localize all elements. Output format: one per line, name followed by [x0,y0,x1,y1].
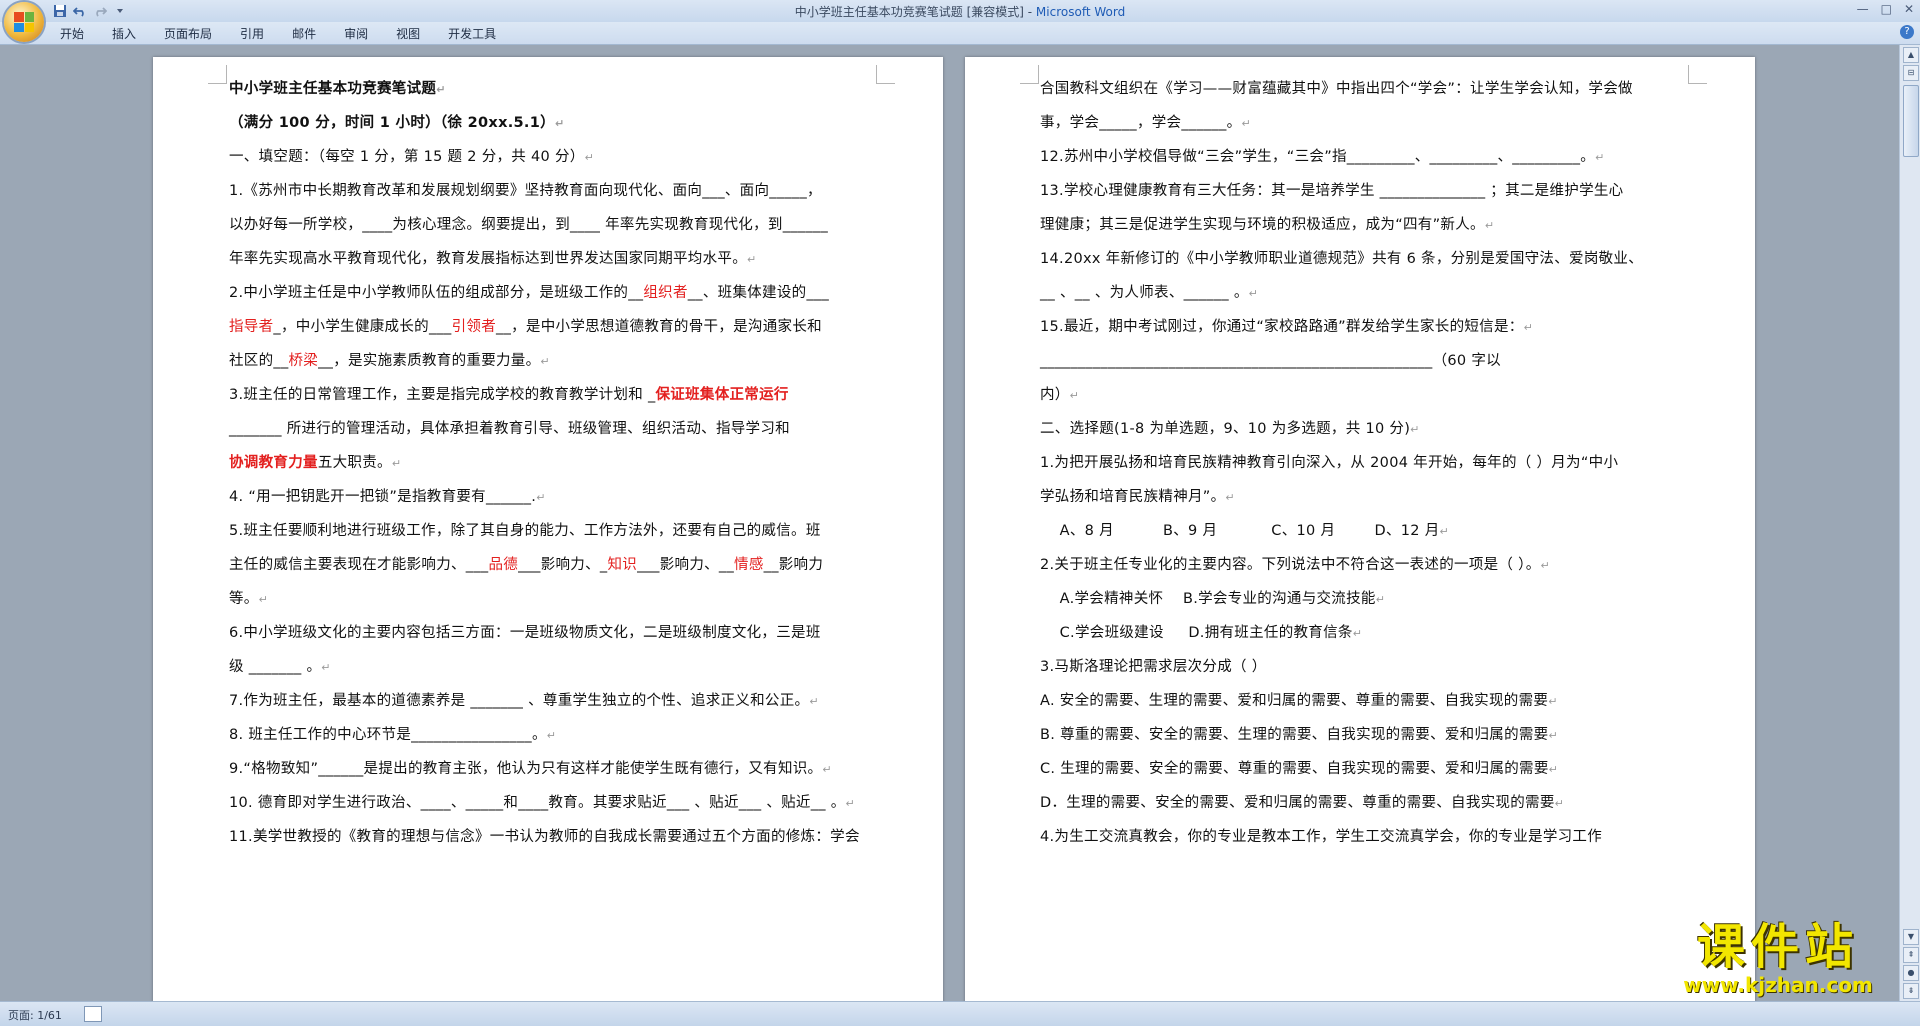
text-line: 4. “用一把钥匙开一把锁”是指教育要有______.↵ [229,489,546,505]
watermark-url: www.kjzhan.com [1683,973,1873,997]
tab-developer[interactable]: 开发工具 [448,25,496,42]
text-line: __ 、__ 、为人师表、______ 。↵ [1040,285,1259,301]
text-line: 6.中小学班级文化的主要内容包括三方面：一是班级物质文化，二是班级制度文化，三是… [229,625,821,641]
text-line: 12.苏州中小学校倡导做“三会”学生，“三会”指_________、______… [1040,149,1605,165]
text-line: _______ 所进行的管理活动，具体承担着教育引导、班级管理、组织活动、指导学… [229,421,790,437]
text-line: 4.为生工交流真教会，你的专业是教本工作，学生工交流真学会，你的专业是学习工作 [1040,829,1603,845]
help-icon[interactable]: ? [1900,25,1914,39]
title-bar: 中小学班主任基本功竞赛笔试题 [兼容模式] - Microsoft Word —… [0,0,1920,42]
section-heading: 二、选择题(1-8 为单选题，9、10 为多选题，共 10 分)↵ [1040,421,1420,437]
text-line: 年率先实现高水平教育现代化，教育发展指标达到世界发达国家同期平均水平。↵ [229,251,757,267]
text-line: 理健康；其三是促进学生实现与环境的积极适应，成为“四有”新人。↵ [1040,217,1495,233]
previous-page-icon[interactable]: ⇞ [1903,947,1919,963]
tab-insert[interactable]: 插入 [112,25,136,42]
text-line: 3.马斯洛理论把需求层次分成（ ） [1040,659,1267,675]
text-line: 14.20xx 年新修订的《中小学教师职业道德规范》共有 6 条，分别是爱国守法… [1040,251,1644,267]
text-line: C.学会班级建设 D.拥有班主任的教育信条↵ [1040,625,1363,641]
margin-corner-mark [208,65,227,84]
scroll-thumb[interactable] [1903,85,1919,157]
text-line: 学弘扬和培育民族精神月”。↵ [1040,489,1235,505]
office-button[interactable] [4,2,44,42]
document-title-text: 中小学班主任基本功竞赛笔试题↵ [229,81,446,97]
text-line: 3.班主任的日常管理工作，主要是指完成学校的教育教学计划和 _保证班集体正常运行 [229,387,789,403]
site-watermark: 课件站 www.kjzhan.com [1658,918,1898,1000]
text-line: 2.关于班主任专业化的主要内容。下列说法中不符合这一表述的一项是（ ）。↵ [1040,557,1551,573]
tab-page-layout[interactable]: 页面布局 [164,25,212,42]
text-line: 15.最近，期中考试刚过，你通过“家校路路通”群发给学生家长的短信是：↵ [1040,319,1534,335]
window-controls: — □ ✕ [1857,2,1914,16]
tab-home[interactable]: 开始 [60,25,84,42]
text-line: A. 安全的需要、生理的需要、爱和归属的需要、尊重的需要、自我实现的需要↵ [1040,693,1558,709]
status-bar: 页面: 1/61 [0,1001,1920,1026]
section-heading: 一、填空题：（每空 1 分，第 15 题 2 分，共 40 分）↵ [229,149,595,165]
text-line: 1.为把开展弘扬和培育民族精神教育引向深入，从 2004 年开始，每年的（ ）月… [1040,455,1619,471]
vertical-scrollbar[interactable]: ▲ ⊟ ▼ ⇞ ● ⇟ [1899,45,1920,1001]
text-line: D．生理的需要、安全的需要、爱和归属的需要、尊重的需要、自我实现的需要↵ [1040,795,1565,811]
scroll-down-icon[interactable]: ▼ [1903,929,1919,945]
text-line: 10. 德育即对学生进行政治、____、_____和____教育。其要求贴近__… [229,795,856,811]
app-name: Microsoft Word [1035,5,1126,19]
browse-object-icon[interactable]: ● [1903,965,1919,981]
text-line: 9.“格物致知”______是提出的教育主张，他认为只有这样才能使学生既有德行，… [229,761,832,777]
margin-corner-mark [876,65,895,84]
tab-review[interactable]: 审阅 [344,25,368,42]
text-line: 指导者_，中小学生健康成长的___引领者__，是中小学思想道德教育的骨干，是沟通… [229,319,822,335]
text-line: 事，学会_____，学会______。↵ [1040,115,1251,131]
text-line: A.学会精神关怀 B.学会专业的沟通与交流技能↵ [1040,591,1386,607]
next-page-icon[interactable]: ⇟ [1903,983,1919,999]
text-line: A、8 月 B、9 月 C、10 月 D、12 月↵ [1040,523,1450,539]
text-line: 2.中小学班主任是中小学教师队伍的组成部分，是班级工作的__组织者__、班集体建… [229,285,830,301]
text-line: 11.美学世教授的《教育的理想与信念》一书认为教师的自我成长需要通过五个方面的修… [229,829,860,845]
window-title: 中小学班主任基本功竞赛笔试题 [兼容模式] - Microsoft Word [0,3,1920,20]
document-workspace: 中小学班主任基本功竞赛笔试题↵ （满分 100 分，时间 1 小时）（徐 20x… [0,45,1900,1001]
text-line: 内）↵ [1040,387,1080,403]
text-line: C. 生理的需要、安全的需要、尊重的需要、自我实现的需要、爱和归属的需要↵ [1040,761,1559,777]
text-line: 1.《苏州市中长期教育改革和发展规划纲要》坚持教育面向现代化、面向___、面向_… [229,183,822,199]
document-page-left[interactable]: 中小学班主任基本功竞赛笔试题↵ （满分 100 分，时间 1 小时）（徐 20x… [153,57,943,1001]
text-line: 5.班主任要顺利地进行班级工作，除了其自身的能力、工作方法外，还要有自己的威信。… [229,523,821,539]
document-subtitle: （满分 100 分，时间 1 小时）（徐 20xx.5.1）↵ [229,115,565,131]
text-line: 以办好每一所学校，____为核心理念。纲要提出，到____ 年率先实现教育现代化… [229,217,829,233]
tab-mailings[interactable]: 邮件 [292,25,316,42]
page-counter[interactable]: 页面: 1/61 [8,1007,62,1023]
text-line: 主任的威信主要表现在才能影响力、___品德___影响力、_知识___影响力、__… [229,557,824,573]
text-line: B. 尊重的需要、安全的需要、生理的需要、自我实现的需要、爱和归属的需要↵ [1040,727,1558,743]
margin-corner-mark [1020,65,1039,84]
text-line: 协调教育力量五大职责。↵ [229,455,402,471]
text-line: 13.学校心理健康教育有三大任务：其一是培养学生 ______________ … [1040,183,1624,199]
tab-view[interactable]: 视图 [396,25,420,42]
text-line: 级 _______ 。↵ [229,659,331,675]
document-title: 中小学班主任基本功竞赛笔试题 [兼容模式] - [794,5,1036,19]
scroll-up-icon[interactable]: ▲ [1903,47,1919,63]
text-line: 社区的__桥梁__，是实施素质教育的重要力量。↵ [229,353,550,369]
ruler-toggle-icon[interactable]: ⊟ [1903,65,1919,81]
text-line: ________________________________________… [1040,353,1501,369]
document-page-right[interactable]: 合国教科文组织在《学习——财富蕴藏其中》中指出四个“学会”：让学生学会认知，学会… [965,57,1755,1001]
close-button[interactable]: ✕ [1904,2,1914,16]
tab-references[interactable]: 引用 [240,25,264,42]
office-logo-icon [14,12,34,32]
proofing-icon[interactable] [84,1006,102,1022]
text-line: 8. 班主任工作的中心环节是________________。↵ [229,727,557,743]
ribbon-tab-bar: 开始 插入 页面布局 引用 邮件 审阅 视图 开发工具 ? [0,22,1920,45]
margin-corner-mark [1688,65,1707,84]
maximize-button[interactable]: □ [1881,2,1892,16]
watermark-title: 课件站 [1696,919,1859,975]
text-line: 等。↵ [229,591,269,607]
text-line: 7.作为班主任，最基本的道德素养是 _______ 、尊重学生独立的个性、追求正… [229,693,819,709]
minimize-button[interactable]: — [1857,2,1869,16]
text-line: 合国教科文组织在《学习——财富蕴藏其中》中指出四个“学会”：让学生学会认知，学会… [1040,81,1633,97]
